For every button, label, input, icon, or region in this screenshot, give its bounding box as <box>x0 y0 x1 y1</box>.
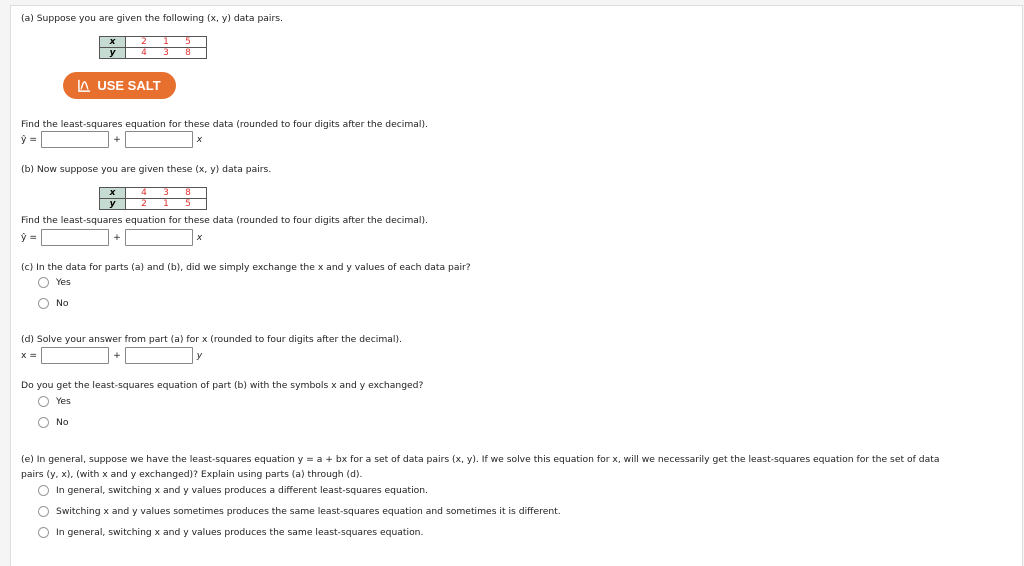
part-b-data-table: x 4 3 8 y 2 1 5 <box>99 187 207 210</box>
equation-lhs: ŷ = <box>21 134 38 145</box>
radio-button[interactable] <box>38 396 49 407</box>
x-value: 5 <box>185 37 191 47</box>
part-b-prompt: (b) Now suppose you are given these (x, … <box>21 164 272 175</box>
part-b-slope-input[interactable] <box>124 229 193 246</box>
x-header: x <box>99 36 126 48</box>
equation-variable: x <box>196 232 203 243</box>
part-d-intercept-input[interactable] <box>41 347 110 364</box>
y-value: 1 <box>163 199 169 209</box>
plus-sign: + <box>113 350 121 361</box>
y-value: 5 <box>185 199 191 209</box>
part-a-slope-input[interactable] <box>124 131 193 148</box>
radio-button[interactable] <box>38 277 49 288</box>
y-value: 4 <box>141 48 147 58</box>
salt-icon <box>78 79 91 92</box>
part-d-option-yes[interactable]: Yes <box>38 396 71 407</box>
part-c-option-no[interactable]: No <box>38 298 69 309</box>
part-d-prompt: (d) Solve your answer from part (a) for … <box>21 334 402 345</box>
radio-button[interactable] <box>38 506 49 517</box>
equation-lhs: ŷ = <box>21 232 38 243</box>
x-header: x <box>99 187 126 199</box>
part-e-option-1[interactable]: In general, switching x and y values pro… <box>38 485 428 496</box>
part-b-intercept-input[interactable] <box>41 229 110 246</box>
part-a-prompt: (a) Suppose you are given the following … <box>21 13 283 24</box>
plus-sign: + <box>113 134 121 145</box>
radio-button[interactable] <box>38 527 49 538</box>
x-value: 8 <box>185 188 191 198</box>
part-a-equation: ŷ = + x <box>21 131 202 148</box>
part-a-data-table: x 2 1 5 y 4 3 8 <box>99 36 207 59</box>
y-value: 8 <box>185 48 191 58</box>
part-c-prompt: (c) In the data for parts (a) and (b), d… <box>21 262 471 273</box>
part-a-intercept-input[interactable] <box>41 131 110 148</box>
y-value: 3 <box>163 48 169 58</box>
x-value: 2 <box>141 37 147 47</box>
plus-sign: + <box>113 232 121 243</box>
equation-variable: x <box>196 134 203 145</box>
part-e-option-3[interactable]: In general, switching x and y values pro… <box>38 527 423 538</box>
y-header: y <box>99 47 126 59</box>
equation-lhs: x = <box>21 350 38 361</box>
equation-variable: y <box>196 350 203 361</box>
part-c-option-yes[interactable]: Yes <box>38 277 71 288</box>
part-d-followup: Do you get the least-squares equation of… <box>21 380 424 391</box>
part-d-equation: x = + y <box>21 347 202 364</box>
part-e-prompt-line2: pairs (y, x), (with x and y exchanged)? … <box>21 469 363 480</box>
x-value: 1 <box>163 37 169 47</box>
part-a-find-prompt: Find the least-squares equation for thes… <box>21 119 428 130</box>
use-salt-button[interactable]: USE SALT <box>63 72 176 99</box>
part-e-option-2[interactable]: Switching x and y values sometimes produ… <box>38 506 561 517</box>
use-salt-label: USE SALT <box>97 78 161 93</box>
part-b-find-prompt: Find the least-squares equation for thes… <box>21 215 428 226</box>
radio-button[interactable] <box>38 485 49 496</box>
radio-button[interactable] <box>38 298 49 309</box>
x-value: 4 <box>141 188 147 198</box>
y-header: y <box>99 198 126 210</box>
part-e-prompt-line1: (e) In general, suppose we have the leas… <box>21 454 940 465</box>
x-value: 3 <box>163 188 169 198</box>
y-value: 2 <box>141 199 147 209</box>
part-b-equation: ŷ = + x <box>21 229 202 246</box>
part-d-option-no[interactable]: No <box>38 417 69 428</box>
radio-button[interactable] <box>38 417 49 428</box>
part-d-slope-input[interactable] <box>124 347 193 364</box>
